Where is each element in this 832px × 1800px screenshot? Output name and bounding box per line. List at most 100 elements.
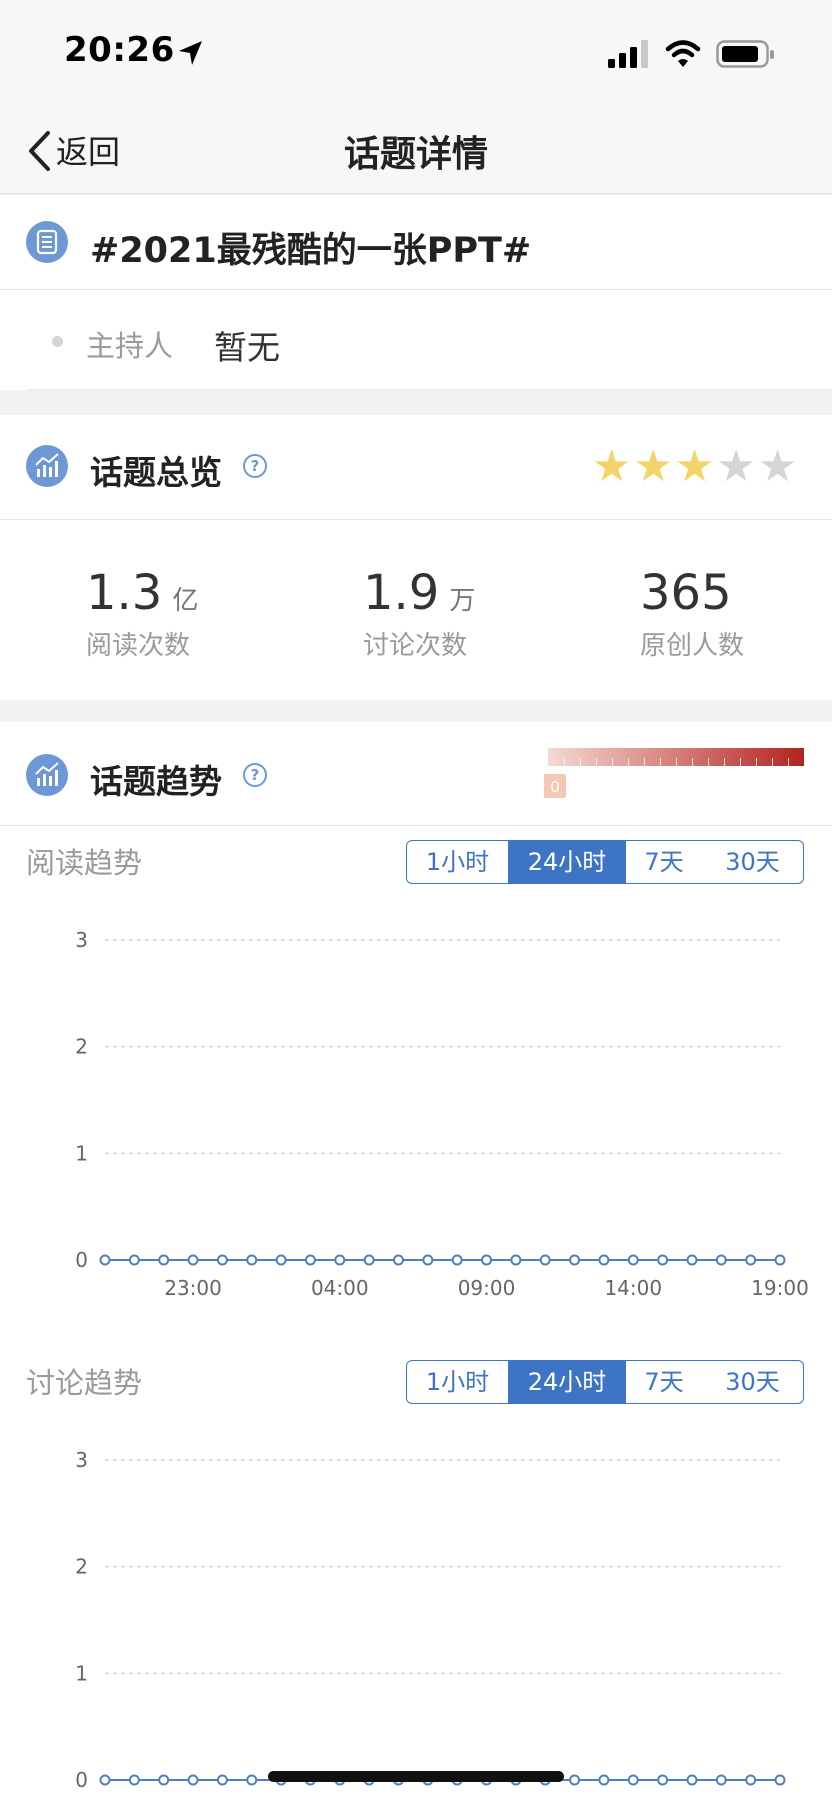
overview-title: 话题总览: [90, 453, 222, 492]
overview-card: 话题总览 ? ★ ★ ★ ★ ★ 1.3 亿 阅读次数 1.9 万 讨论次数 365 原创人…: [0, 415, 832, 700]
rating-stars: ★ ★ ★ ★ ★: [592, 445, 797, 489]
legend-tick: [644, 758, 645, 766]
y-tick-label: 2: [75, 1555, 88, 1579]
star-filled-icon: ★: [674, 441, 715, 492]
nav-bar: 返回 话题详情: [0, 105, 832, 194]
discuss-trend-range-tabs: 1小时 24小时 7天 30天: [406, 1360, 804, 1404]
heat-legend-marker: 0: [544, 774, 566, 798]
data-point: [158, 1254, 170, 1266]
data-point: [510, 1254, 522, 1266]
data-point: [715, 1774, 727, 1786]
star-filled-icon: ★: [592, 441, 632, 492]
status-time: 20:26: [64, 30, 175, 70]
legend-tick: [708, 758, 709, 766]
data-point: [334, 1254, 346, 1266]
stat-read-value: 1.3: [86, 565, 163, 621]
home-indicator[interactable]: [268, 1771, 564, 1782]
host-value: 暂无: [214, 328, 280, 367]
divider: [0, 825, 832, 826]
tab-7d[interactable]: 7天: [626, 1361, 702, 1403]
y-tick-label: 1: [75, 1661, 88, 1685]
y-tick-label: 3: [75, 928, 88, 952]
data-point: [715, 1254, 727, 1266]
topic-title: #2021最残酷的一张PPT#: [90, 231, 532, 271]
discuss-trend-chart: 3 2 1 0: [75, 1448, 786, 1792]
legend-tick: [628, 758, 629, 766]
cellular-signal-icon: [608, 40, 648, 68]
stat-discuss: 1.9 万 讨论次数: [363, 565, 475, 662]
data-point: [657, 1774, 669, 1786]
help-icon[interactable]: ?: [243, 454, 267, 478]
bullet-dot: [52, 336, 63, 347]
data-point: [598, 1254, 610, 1266]
legend-tick: [724, 758, 725, 766]
page-title: 话题详情: [343, 134, 488, 175]
heat-legend-bar: [548, 748, 804, 766]
tab-7d[interactable]: 7天: [626, 841, 702, 883]
data-point: [392, 1254, 404, 1266]
data-point: [539, 1254, 551, 1266]
tab-24h[interactable]: 24小时: [508, 841, 626, 883]
data-point: [246, 1254, 258, 1266]
tab-1h[interactable]: 1小时: [407, 841, 508, 883]
data-point: [569, 1254, 581, 1266]
data-point: [99, 1254, 111, 1266]
help-icon[interactable]: ?: [243, 763, 267, 787]
star-empty-icon: ★: [757, 441, 798, 492]
legend-tick: [740, 758, 741, 766]
data-point: [686, 1774, 698, 1786]
data-point: [275, 1254, 287, 1266]
read-trend-chart: 3 2 1 0 23:00 04:00 09:00 14:00 19:00: [75, 928, 809, 1300]
trend-chart-icon: [26, 754, 68, 796]
topic-list-icon: [26, 221, 68, 263]
battery-icon: [716, 40, 774, 68]
x-tick-label: 04:00: [311, 1276, 369, 1300]
y-tick-label: 0: [75, 1248, 88, 1272]
location-arrow-icon: [179, 41, 202, 65]
x-tick-label: 23:00: [164, 1276, 222, 1300]
divider: [0, 289, 832, 290]
data-point: [745, 1254, 757, 1266]
discuss-trend-label: 讨论趋势: [26, 1366, 143, 1400]
legend-tick: [564, 758, 565, 766]
divider: [0, 519, 832, 520]
y-tick-label: 1: [75, 1141, 88, 1165]
y-tick-label: 3: [75, 1448, 88, 1472]
data-point: [627, 1774, 639, 1786]
x-tick-label: 19:00: [751, 1276, 809, 1300]
data-point: [481, 1254, 493, 1266]
data-point: [158, 1774, 170, 1786]
data-point: [304, 1254, 316, 1266]
status-bar: 20:26: [0, 0, 832, 105]
data-point: [774, 1774, 786, 1786]
trend-title: 话题趋势: [90, 762, 222, 801]
read-trend-range-tabs: 1小时 24小时 7天 30天: [406, 840, 804, 884]
legend-tick: [596, 758, 597, 766]
stat-original-label: 原创人数: [640, 631, 745, 661]
x-tick-label: 09:00: [458, 1276, 516, 1300]
stat-original: 365 原创人数: [640, 565, 744, 662]
tab-30d[interactable]: 30天: [702, 841, 803, 883]
stat-discuss-unit: 万: [449, 586, 476, 616]
data-point: [627, 1254, 639, 1266]
data-point: [99, 1774, 111, 1786]
legend-tick: [756, 758, 757, 766]
data-point: [686, 1254, 698, 1266]
data-point: [657, 1254, 669, 1266]
tab-1h[interactable]: 1小时: [407, 1361, 508, 1403]
data-point: [598, 1774, 610, 1786]
tab-24h[interactable]: 24小时: [508, 1361, 626, 1403]
tab-30d[interactable]: 30天: [702, 1361, 803, 1403]
stat-read-unit: 亿: [172, 586, 199, 616]
data-point: [128, 1254, 140, 1266]
legend-tick: [676, 758, 677, 766]
legend-tick: [692, 758, 693, 766]
star-empty-icon: ★: [716, 441, 756, 492]
data-point: [451, 1254, 463, 1266]
divider: [28, 389, 832, 390]
x-tick-label: 14:00: [604, 1276, 662, 1300]
data-point: [246, 1774, 258, 1786]
data-point: [422, 1254, 434, 1266]
read-trend-label: 阅读趋势: [26, 846, 143, 880]
stat-read-label: 阅读次数: [86, 631, 191, 661]
